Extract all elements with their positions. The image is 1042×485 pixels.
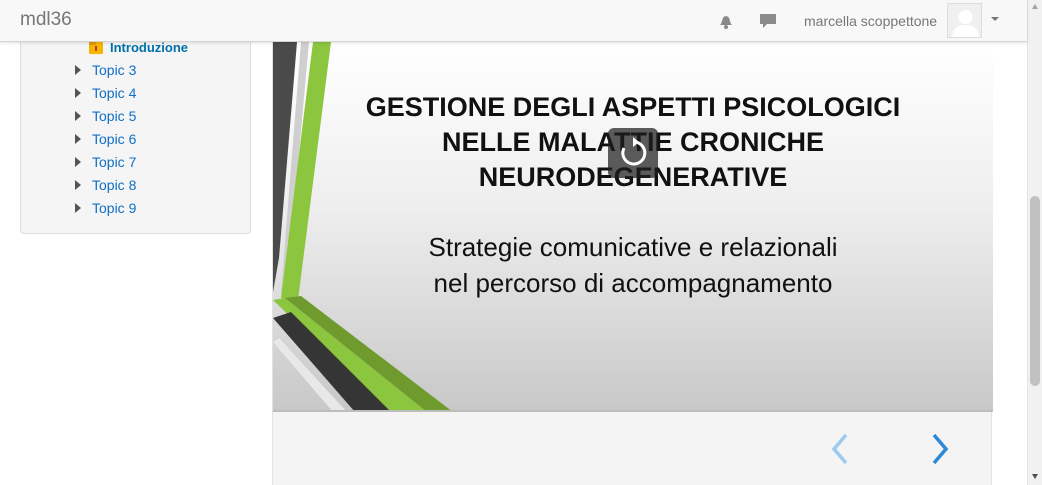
scroll-down-arrow-icon[interactable] xyxy=(1032,474,1038,479)
top-navbar: mdl36 marcella scoppettone xyxy=(0,0,1027,42)
slide-subtitle-line: nel percorso di accompagnamento xyxy=(433,268,833,298)
expand-arrow-icon[interactable] xyxy=(75,203,81,213)
scrollbar-thumb[interactable] xyxy=(1030,196,1040,386)
topic-link[interactable]: Topic 3 xyxy=(92,62,136,78)
avatar[interactable] xyxy=(947,3,982,38)
next-slide-button[interactable] xyxy=(928,432,952,466)
presentation-player: GESTIONE DEGLI ASPETTI PSICOLOGICI NELLE… xyxy=(272,42,993,485)
expand-arrow-icon[interactable] xyxy=(75,134,81,144)
sidebar-item-topic-7[interactable]: Topic 7 xyxy=(75,153,136,171)
site-brand[interactable]: mdl36 xyxy=(20,9,72,31)
expand-arrow-icon[interactable] xyxy=(75,111,81,121)
caret-down-icon[interactable] xyxy=(991,17,999,21)
scroll-up-arrow-icon[interactable] xyxy=(1032,4,1038,9)
sidebar-item-topic-5[interactable]: Topic 5 xyxy=(75,107,136,125)
sidebar-item-topic-4[interactable]: Topic 4 xyxy=(75,84,136,102)
slide-subtitle-line: Strategie comunicative e relazionali xyxy=(428,232,838,262)
expand-arrow-icon[interactable] xyxy=(75,65,81,75)
expand-arrow-icon[interactable] xyxy=(75,180,81,190)
topic-link[interactable]: Topic 9 xyxy=(92,200,136,216)
slide-title-line: GESTIONE DEGLI ASPETTI PSICOLOGICI xyxy=(365,92,901,122)
sidebar-item-topic-8[interactable]: Topic 8 xyxy=(75,176,136,194)
topic-link[interactable]: Topic 7 xyxy=(92,154,136,170)
loading-spinner-icon xyxy=(608,128,658,178)
slide: GESTIONE DEGLI ASPETTI PSICOLOGICI NELLE… xyxy=(273,42,993,412)
topic-link[interactable]: Topic 5 xyxy=(92,108,136,124)
page-scrollbar[interactable] xyxy=(1027,0,1042,485)
previous-slide-button[interactable] xyxy=(828,432,852,466)
message-icon[interactable] xyxy=(759,12,777,30)
topic-link[interactable]: Topic 6 xyxy=(92,131,136,147)
sidebar-item-topic-9[interactable]: Topic 9 xyxy=(75,199,136,217)
expand-arrow-icon[interactable] xyxy=(75,88,81,98)
user-name[interactable]: marcella scoppettone xyxy=(804,13,937,29)
topic-link[interactable]: Topic 4 xyxy=(92,85,136,101)
topic-link[interactable]: Topic 8 xyxy=(92,177,136,193)
expand-arrow-icon[interactable] xyxy=(75,157,81,167)
bell-icon[interactable] xyxy=(717,12,735,30)
sidebar-item-topic-3[interactable]: Topic 3 xyxy=(75,61,136,79)
sidebar-item-topic-6[interactable]: Topic 6 xyxy=(75,130,136,148)
